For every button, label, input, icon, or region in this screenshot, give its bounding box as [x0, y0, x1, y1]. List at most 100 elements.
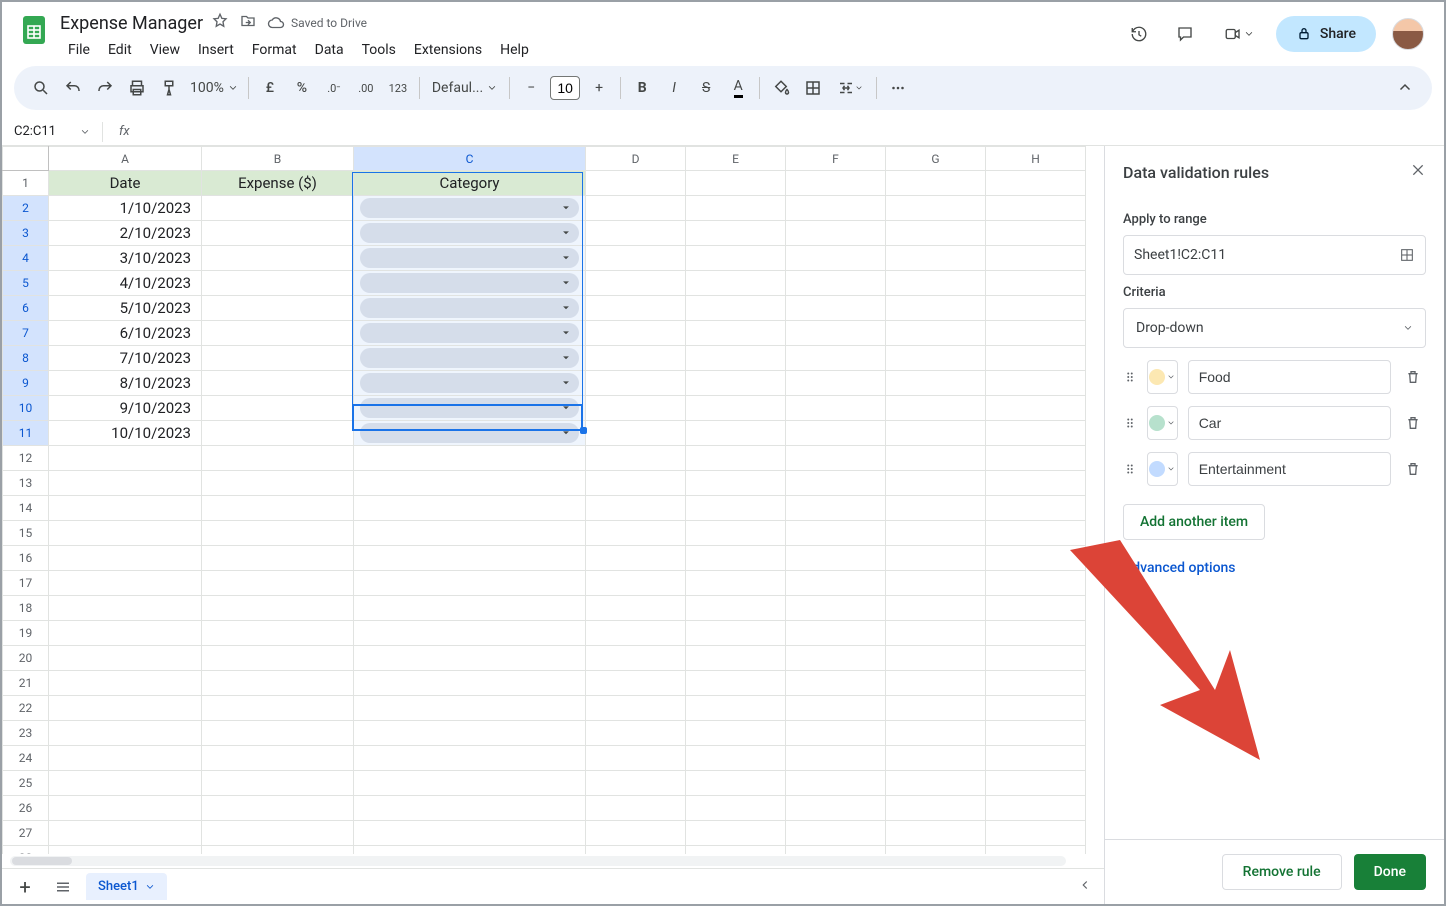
fill-color-icon[interactable]: [766, 73, 796, 103]
cell[interactable]: [986, 771, 1086, 796]
cell[interactable]: [786, 796, 886, 821]
cell[interactable]: [586, 196, 686, 221]
cell[interactable]: [354, 721, 586, 746]
cell[interactable]: [986, 746, 1086, 771]
cell[interactable]: [586, 296, 686, 321]
menu-view[interactable]: View: [142, 38, 188, 62]
cell-date[interactable]: 2/10/2023: [49, 221, 202, 246]
cell[interactable]: [586, 721, 686, 746]
row-header-1[interactable]: 1: [3, 171, 49, 196]
cell-date[interactable]: [49, 596, 202, 621]
cell-expense[interactable]: [202, 746, 354, 771]
cell-date[interactable]: [49, 521, 202, 546]
cell-date[interactable]: [49, 496, 202, 521]
cell-date[interactable]: [49, 796, 202, 821]
cell[interactable]: [886, 646, 986, 671]
cell[interactable]: [886, 496, 986, 521]
cell[interactable]: [786, 846, 886, 855]
print-icon[interactable]: [122, 73, 152, 103]
font-family-select[interactable]: Defaul...: [426, 80, 503, 96]
cell[interactable]: [686, 546, 786, 571]
cell-date[interactable]: [49, 746, 202, 771]
cell[interactable]: [886, 571, 986, 596]
cell[interactable]: [986, 596, 1086, 621]
row-header-18[interactable]: 18: [3, 596, 49, 621]
row-header-4[interactable]: 4: [3, 246, 49, 271]
cell[interactable]: [686, 496, 786, 521]
cell-expense[interactable]: [202, 821, 354, 846]
cell[interactable]: [786, 321, 886, 346]
cell[interactable]: [586, 521, 686, 546]
cell[interactable]: [586, 846, 686, 855]
cell-date[interactable]: [49, 471, 202, 496]
menu-tools[interactable]: Tools: [354, 38, 404, 62]
cell[interactable]: [586, 671, 686, 696]
cell[interactable]: [786, 346, 886, 371]
row-header-25[interactable]: 25: [3, 771, 49, 796]
cell[interactable]: [786, 821, 886, 846]
cell[interactable]: [586, 446, 686, 471]
cell[interactable]: [586, 171, 686, 196]
all-sheets-icon[interactable]: [48, 872, 78, 902]
row-header-5[interactable]: 5: [3, 271, 49, 296]
cell[interactable]: [786, 471, 886, 496]
cell[interactable]: [986, 646, 1086, 671]
cell[interactable]: [986, 246, 1086, 271]
menu-edit[interactable]: Edit: [100, 38, 140, 62]
cell-expense[interactable]: [202, 521, 354, 546]
row-header-10[interactable]: 10: [3, 396, 49, 421]
col-header-C[interactable]: C: [354, 147, 586, 171]
cell[interactable]: [986, 721, 1086, 746]
cell[interactable]: [886, 246, 986, 271]
font-size-input[interactable]: [550, 76, 580, 100]
cell-expense[interactable]: [202, 421, 354, 446]
cell[interactable]: [886, 746, 986, 771]
strikethrough-icon[interactable]: S: [691, 73, 721, 103]
spreadsheet-grid[interactable]: ABCDEFGH1DateExpense ($)Category21/10/20…: [2, 146, 1104, 854]
cell[interactable]: [886, 371, 986, 396]
row-header-13[interactable]: 13: [3, 471, 49, 496]
cell[interactable]: [354, 846, 586, 855]
menu-insert[interactable]: Insert: [190, 38, 242, 62]
cell-date[interactable]: 6/10/2023: [49, 321, 202, 346]
row-header-26[interactable]: 26: [3, 796, 49, 821]
cell[interactable]: [986, 396, 1086, 421]
bold-icon[interactable]: B: [627, 73, 657, 103]
add-sheet-icon[interactable]: +: [10, 872, 40, 902]
menu-extensions[interactable]: Extensions: [406, 38, 490, 62]
more-formats-icon[interactable]: 123: [383, 73, 413, 103]
row-header-6[interactable]: 6: [3, 296, 49, 321]
row-header-11[interactable]: 11: [3, 421, 49, 446]
cell[interactable]: [686, 646, 786, 671]
cell[interactable]: [786, 446, 886, 471]
cell[interactable]: [686, 721, 786, 746]
cell-expense[interactable]: [202, 771, 354, 796]
sheet-tab[interactable]: Sheet1: [86, 873, 167, 900]
header-category[interactable]: Category: [354, 171, 586, 196]
cell[interactable]: [986, 546, 1086, 571]
drag-handle-icon[interactable]: [1123, 460, 1137, 478]
row-header-9[interactable]: 9: [3, 371, 49, 396]
cell-date[interactable]: 7/10/2023: [49, 346, 202, 371]
cell[interactable]: [786, 721, 886, 746]
cell[interactable]: [886, 396, 986, 421]
cell[interactable]: [786, 746, 886, 771]
cell[interactable]: [886, 346, 986, 371]
option-input-1[interactable]: [1188, 406, 1391, 440]
cell[interactable]: [586, 621, 686, 646]
col-header-D[interactable]: D: [586, 147, 686, 171]
merge-icon[interactable]: [830, 73, 870, 103]
cell[interactable]: [886, 421, 986, 446]
cell[interactable]: [686, 796, 786, 821]
paint-format-icon[interactable]: [154, 73, 184, 103]
menu-file[interactable]: File: [60, 38, 98, 62]
cell[interactable]: [686, 696, 786, 721]
cell-expense[interactable]: [202, 571, 354, 596]
account-avatar[interactable]: [1392, 18, 1424, 50]
cell[interactable]: [886, 296, 986, 321]
cloud-icon[interactable]: Saved to Drive: [267, 14, 367, 32]
criteria-select[interactable]: Drop-down: [1123, 308, 1426, 348]
cell[interactable]: [886, 621, 986, 646]
cell[interactable]: [686, 571, 786, 596]
menu-help[interactable]: Help: [492, 38, 537, 62]
